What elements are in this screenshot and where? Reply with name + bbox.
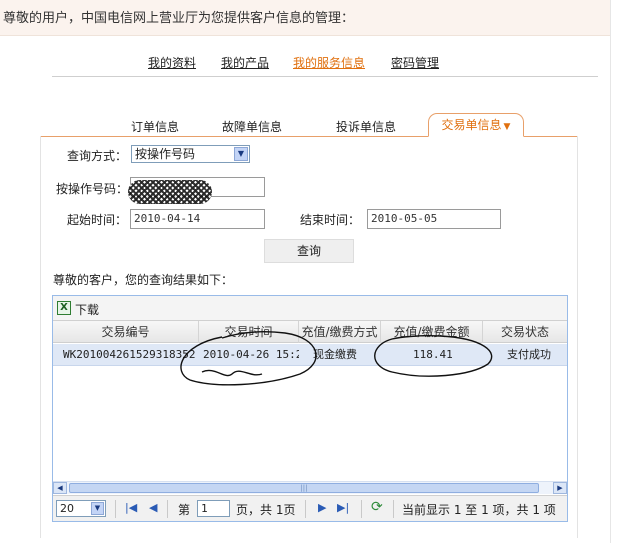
display-info: 当前显示 1 至 1 项，共 1 项 <box>402 503 556 517</box>
cell-transaction-time: 2010-04-26 15:2 <box>203 348 299 361</box>
pager-separator <box>361 500 362 518</box>
panel-right-border <box>577 136 578 538</box>
previous-page-icon[interactable]: ◀ <box>149 501 157 514</box>
pager-separator <box>115 500 116 518</box>
next-page-icon[interactable]: ▶ <box>318 501 326 514</box>
end-time-input[interactable]: 2010-05-05 <box>367 209 501 229</box>
scroll-left-icon[interactable]: ◀ <box>53 482 67 494</box>
page-prefix: 第 <box>178 503 191 517</box>
tab-fault-orders[interactable]: 故障单信息 <box>222 118 282 135</box>
column-header[interactable]: 交易状态 <box>483 321 567 343</box>
last-page-icon[interactable]: ▶| <box>337 501 349 514</box>
scroll-right-icon[interactable]: ▶ <box>553 482 567 494</box>
column-header[interactable]: 充值/缴费方式 <box>299 321 381 343</box>
pager-separator <box>167 500 168 518</box>
start-time-input[interactable]: 2010-04-14 <box>130 209 265 229</box>
column-header[interactable]: 交易编号 <box>53 321 199 343</box>
grid-header: 交易编号 交易时间 充值/缴费方式 充值/缴费金额 交易状态 <box>53 321 567 343</box>
query-method-value: 按操作号码 <box>135 147 196 161</box>
greeting-text: 尊敬的用户，中国电信网上营业厅为您提供客户信息的管理： <box>3 11 355 26</box>
query-button[interactable]: 查询 <box>264 239 354 263</box>
result-grid: X 下载 交易编号 交易时间 充值/缴费方式 充值/缴费金额 交易状态 WK20… <box>52 295 568 522</box>
nav-my-products[interactable]: 我的产品 <box>221 54 269 71</box>
tab-orders[interactable]: 订单信息 <box>131 118 179 135</box>
pager: 20 ▼ |◀ ◀ 第 1 页，共 1页 ▶ ▶| ⟳ 当前显示 1 至 1 项… <box>53 495 567 521</box>
query-method-select[interactable]: 按操作号码 ▼ <box>131 145 250 163</box>
query-method-label: 查询方式： <box>67 149 128 163</box>
cell-status: 支付成功 <box>507 348 551 361</box>
page-size-select[interactable]: 20 ▼ <box>56 500 106 517</box>
download-button[interactable]: 下载 <box>75 301 99 318</box>
redacted-scribble <box>128 180 212 204</box>
top-nav: 我的资料 我的产品 我的服务信息 密码管理 <box>0 54 610 74</box>
cell-amount: 118.41 <box>413 348 453 361</box>
column-header[interactable]: 交易时间 <box>199 321 299 343</box>
page-size-value: 20 <box>60 502 74 515</box>
excel-icon[interactable]: X <box>57 301 71 315</box>
chevron-down-icon: ▼ <box>234 147 248 161</box>
tab-complaints[interactable]: 投诉单信息 <box>336 118 396 135</box>
refresh-icon[interactable]: ⟳ <box>371 499 383 515</box>
chevron-down-icon: ▼ <box>91 502 104 515</box>
nav-divider <box>52 76 598 77</box>
operation-number-label: 按操作号码： <box>56 182 129 196</box>
pager-separator <box>305 500 306 518</box>
cell-transaction-id: WK201004261529318352 <box>63 348 196 361</box>
greeting-bar: 尊敬的用户，中国电信网上营业厅为您提供客户信息的管理： <box>0 0 610 36</box>
pager-separator <box>393 500 394 518</box>
start-time-label: 起始时间： <box>67 213 128 227</box>
tab-transactions[interactable]: 交易单信息 ▼ <box>428 113 524 137</box>
scroll-thumb[interactable]: ||| <box>69 483 539 493</box>
page-suffix: 页，共 1页 <box>236 503 296 517</box>
tab-transactions-label: 交易单信息 <box>441 118 502 132</box>
horizontal-scrollbar[interactable]: ◀ ||| ▶ <box>53 481 567 494</box>
table-row[interactable]: WK201004261529318352 2010-04-26 15:2 现金缴… <box>53 344 567 366</box>
dropdown-caret-icon: ▼ <box>503 122 511 132</box>
column-header[interactable]: 充值/缴费金额 <box>381 321 483 343</box>
grid-toolbar: X 下载 <box>53 296 567 321</box>
nav-password-management[interactable]: 密码管理 <box>391 54 439 71</box>
first-page-icon[interactable]: |◀ <box>125 501 137 514</box>
result-caption: 尊敬的客户，您的查询结果如下： <box>53 273 234 287</box>
nav-my-profile[interactable]: 我的资料 <box>148 54 196 71</box>
page-edge <box>610 0 611 543</box>
cell-payment-method: 现金缴费 <box>313 348 357 361</box>
page-number-input[interactable]: 1 <box>197 500 230 517</box>
end-time-label: 结束时间： <box>300 213 361 227</box>
panel-left-border <box>40 136 41 538</box>
nav-my-service-info[interactable]: 我的服务信息 <box>293 54 365 71</box>
